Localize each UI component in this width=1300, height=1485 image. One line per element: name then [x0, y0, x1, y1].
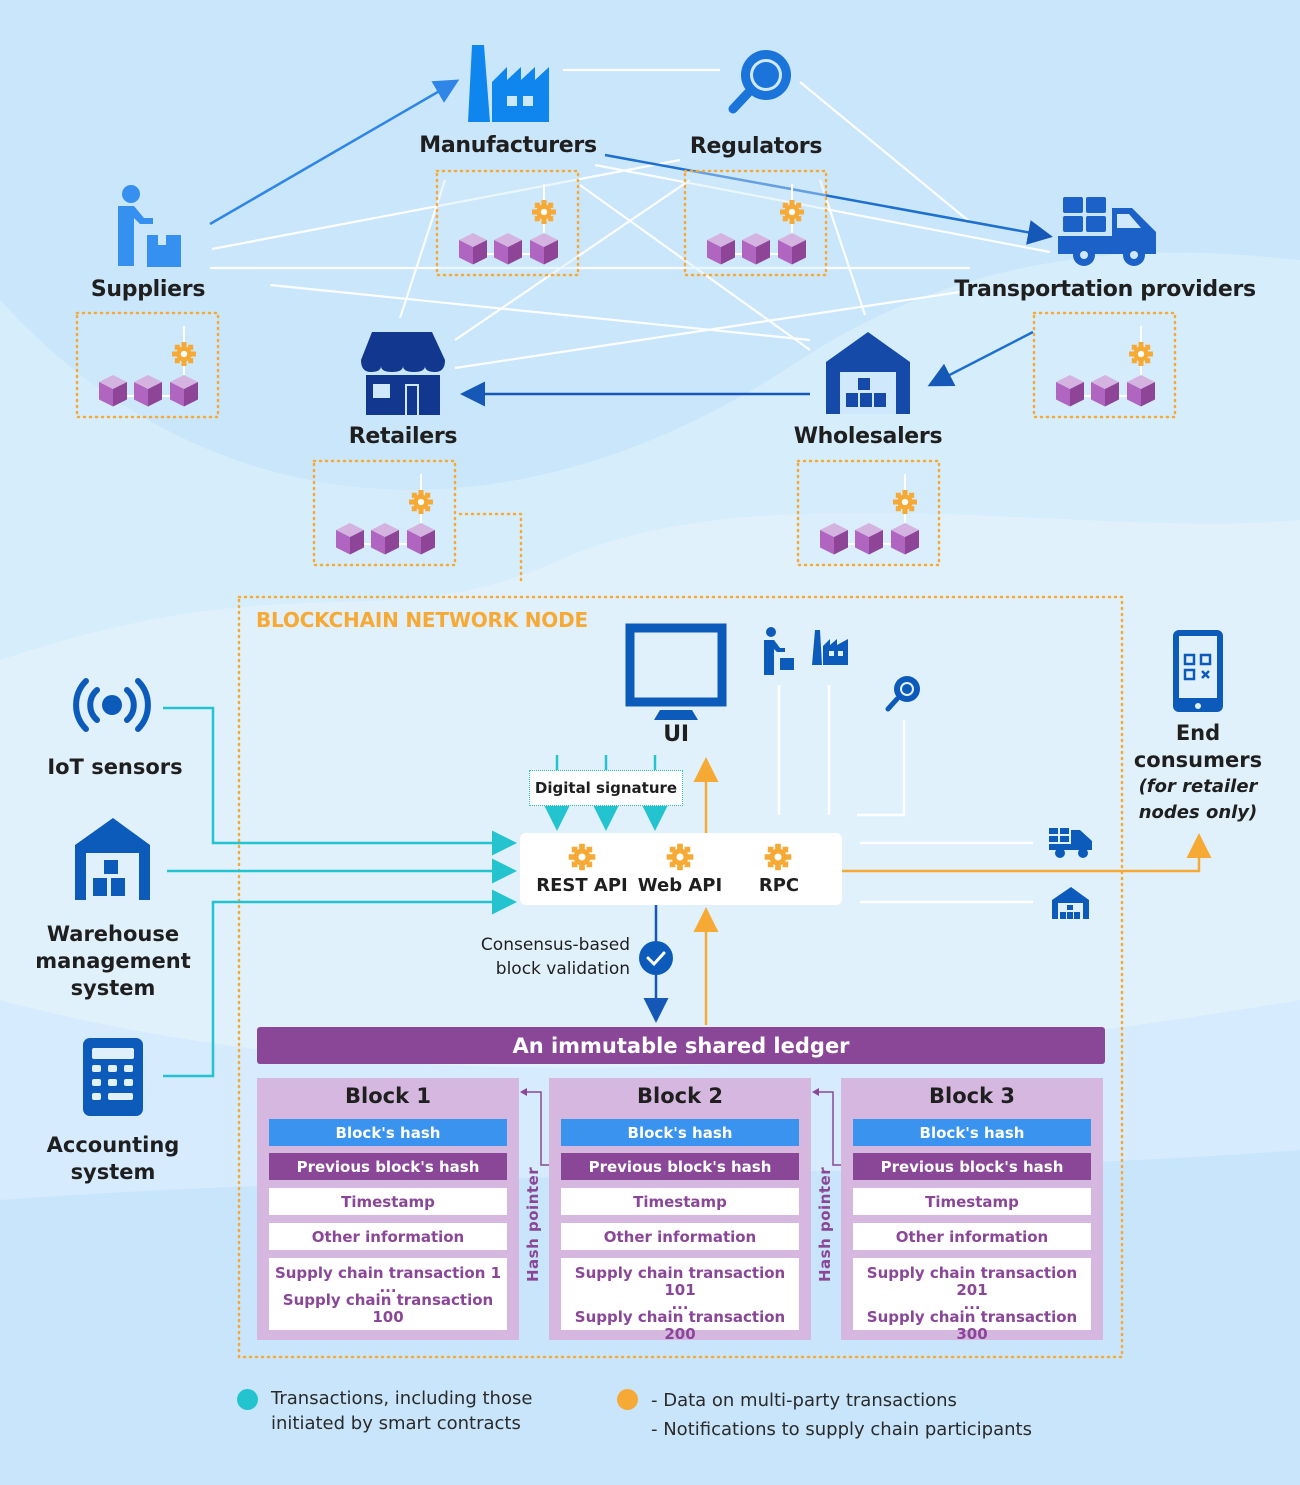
consumers-note1: (for retailer	[1138, 776, 1258, 797]
api-gear-icon	[568, 843, 596, 871]
other-information: Other information	[269, 1223, 507, 1250]
tx-first: Supply chain transaction 201	[866, 1264, 1078, 1299]
consensus-line1: Consensus-based	[480, 935, 630, 955]
api-rest[interactable]: REST API	[532, 875, 632, 896]
consumers-line1: End	[1175, 721, 1221, 745]
legend-orange-line2: - Notifications to supply chain particip…	[651, 1419, 1032, 1440]
api-gear-icon	[764, 843, 792, 871]
api-rpc[interactable]: RPC	[729, 875, 829, 896]
block-hash: Block's hash	[853, 1119, 1091, 1146]
consensus-line2: block validation	[495, 959, 630, 979]
api-web[interactable]: Web API	[630, 875, 730, 896]
end-consumers-label: End consumers (for retailer nodes only)	[1118, 720, 1278, 826]
previous-hash: Previous block's hash	[561, 1153, 799, 1180]
accounting-line1: Accounting	[46, 1133, 180, 1157]
legend-teal-line1: Transactions, including those	[271, 1388, 533, 1409]
hash-pointer-label-1: Hash pointer	[524, 1166, 542, 1282]
iot-sensors-label: IoT sensors	[47, 755, 183, 779]
block-title: Block 2	[637, 1084, 723, 1108]
transactions: Supply chain transaction 201 ... Supply …	[853, 1258, 1091, 1343]
consumers-note2: nodes only)	[1138, 802, 1258, 823]
timestamp: Timestamp	[269, 1188, 507, 1215]
accounting-system-label: Accounting system	[13, 1132, 213, 1186]
legend-teal-line2: initiated by smart contracts	[271, 1413, 521, 1434]
legend-data: - Data on multi-party transactions - Not…	[651, 1386, 1032, 1444]
tx-last: Supply chain transaction 200	[574, 1308, 786, 1343]
consensus-label: Consensus-based block validation	[440, 933, 630, 981]
legend-orange-line1: - Data on multi-party transactions	[651, 1390, 957, 1411]
tx-last: Supply chain transaction 300	[866, 1308, 1078, 1343]
warehouse-system-label: Warehouse management system	[13, 921, 213, 1002]
warehouse-line2: management	[35, 949, 191, 973]
block-3[interactable]: Block 3 Block's hash Previous block's ha…	[841, 1078, 1103, 1343]
accounting-line2: system	[70, 1160, 156, 1184]
warehouse-line1: Warehouse	[46, 922, 180, 946]
legend-orange-dot	[617, 1389, 638, 1410]
legend-teal-dot	[237, 1389, 258, 1410]
block-title: Block 1	[345, 1084, 431, 1108]
other-information: Other information	[853, 1223, 1091, 1250]
api-gear-icon	[666, 843, 694, 871]
legend-transactions: Transactions, including those initiated …	[271, 1386, 532, 1436]
block-title: Block 3	[929, 1084, 1015, 1108]
block-1[interactable]: Block 1 Block's hash Previous block's ha…	[257, 1078, 519, 1340]
warehouse-line3: system	[70, 976, 156, 1000]
block-hash: Block's hash	[269, 1119, 507, 1146]
timestamp: Timestamp	[853, 1188, 1091, 1215]
previous-hash: Previous block's hash	[269, 1153, 507, 1180]
previous-hash: Previous block's hash	[853, 1153, 1091, 1180]
transactions: Supply chain transaction 1 ... Supply ch…	[269, 1258, 507, 1330]
other-information: Other information	[561, 1223, 799, 1250]
tx-first: Supply chain transaction 101	[574, 1264, 786, 1299]
tx-last: Supply chain transaction 100	[282, 1291, 494, 1326]
hash-pointer-label-2: Hash pointer	[816, 1166, 834, 1282]
block-2[interactable]: Block 2 Block's hash Previous block's ha…	[549, 1078, 811, 1343]
block-hash: Block's hash	[561, 1119, 799, 1146]
timestamp: Timestamp	[561, 1188, 799, 1215]
consumers-line2: consumers	[1133, 748, 1263, 772]
ledger-header: An immutable shared ledger	[257, 1027, 1105, 1064]
transactions: Supply chain transaction 101 ... Supply …	[561, 1258, 799, 1343]
